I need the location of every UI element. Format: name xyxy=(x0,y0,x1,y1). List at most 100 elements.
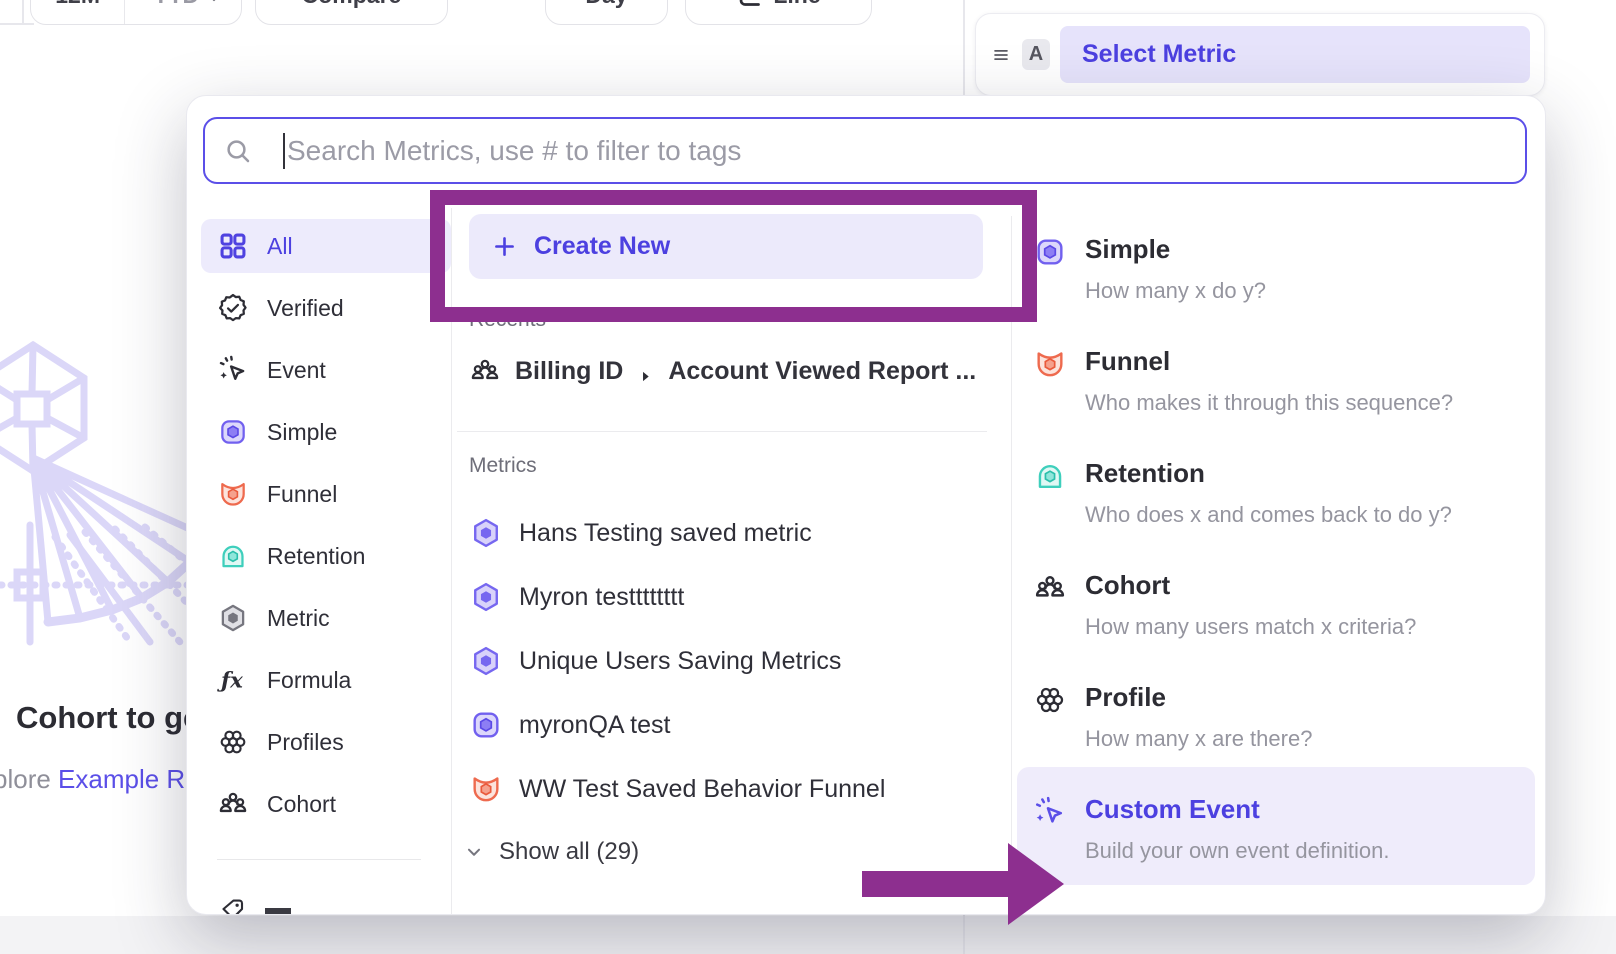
sidebar-section-divider xyxy=(217,859,421,860)
drag-handle-icon[interactable] xyxy=(990,44,1012,66)
example-report-link[interactable]: Example R xyxy=(58,764,185,794)
series-a-badge[interactable]: A xyxy=(1022,39,1050,70)
metric-series-card: A Select Metric xyxy=(975,13,1545,96)
sidebar-item-label: All xyxy=(267,233,293,260)
metric-type-title: Cohort xyxy=(1085,570,1416,601)
recent-metric-item[interactable]: Billing ID Account Viewed Report ... xyxy=(469,348,976,394)
metric-purple-icon xyxy=(469,644,503,678)
metric-type-desc: How many users match x criteria? xyxy=(1085,614,1416,640)
date-range-button-group[interactable]: 12M YTD xyxy=(30,0,242,25)
metric-type-title: Retention xyxy=(1085,458,1452,489)
formula-icon: ƒx xyxy=(217,664,249,696)
people-icon xyxy=(217,788,249,820)
saved-metric-item[interactable]: Myron testttttttt xyxy=(469,574,989,620)
compare-button[interactable]: Compare xyxy=(255,0,448,25)
saved-metric-label: Hans Testing saved metric xyxy=(519,519,812,548)
retention-icon xyxy=(1033,459,1067,493)
metric-type-desc: Who does x and comes back to do y? xyxy=(1085,502,1452,528)
sidebar-item-label: Cohort xyxy=(267,791,336,818)
search-icon xyxy=(223,136,253,166)
metrics-section-label: Metrics xyxy=(469,454,537,478)
sidebar-item-retention[interactable]: Retention xyxy=(201,529,451,583)
line-chart-icon xyxy=(736,0,763,9)
sidebar-item-profiles[interactable]: Profiles xyxy=(201,715,451,769)
metric-purple-icon xyxy=(469,580,503,614)
metric-type-simple[interactable]: Simple How many x do y? xyxy=(1017,234,1535,304)
metric-type-title: Custom Event xyxy=(1085,794,1390,825)
metric-type-title: Profile xyxy=(1085,682,1312,713)
sidebar-item-all[interactable]: All xyxy=(201,219,451,273)
saved-metrics-list: Hans Testing saved metric Myron testtttt… xyxy=(469,510,989,830)
range-ytd-button[interactable]: YTD xyxy=(135,0,241,24)
sidebar-item-label: Profiles xyxy=(267,729,344,756)
funnel-icon xyxy=(1033,347,1067,381)
annotation-arrow-head xyxy=(1008,843,1064,925)
annotation-arrow xyxy=(862,871,1010,897)
saved-metric-item[interactable]: Unique Users Saving Metrics xyxy=(469,638,989,684)
sidebar-item-label: Metric xyxy=(267,605,330,632)
metric-type-profile[interactable]: Profile How many x are there? xyxy=(1017,682,1535,752)
metric-purple-icon xyxy=(469,516,503,550)
sidebar-item-label: Simple xyxy=(267,419,337,446)
range-12m-button[interactable]: 12M xyxy=(31,0,125,24)
sparkle-icon xyxy=(217,354,249,386)
metric-type-retention[interactable]: Retention Who does x and comes back to d… xyxy=(1017,458,1535,528)
saved-metric-item[interactable]: WW Test Saved Behavior Funnel xyxy=(469,766,989,812)
chevron-down-icon xyxy=(463,841,485,863)
people-icon xyxy=(1033,571,1067,605)
explore-prefix: xplore xyxy=(0,764,58,794)
metric-type-desc: How many x are there? xyxy=(1085,726,1312,752)
sidebar-item-verified[interactable]: Verified xyxy=(201,281,451,335)
sidebar-item-label: Formula xyxy=(267,667,351,694)
metric-search-bar[interactable] xyxy=(203,117,1527,184)
sidebar-item-funnel[interactable]: Funnel xyxy=(201,467,451,521)
report-page: 12M YTD Compare Day Line A Select Metric… xyxy=(0,0,1616,954)
explore-example-line: xplore Example R xyxy=(0,764,185,795)
metric-type-funnel[interactable]: Funnel Who makes it through this sequenc… xyxy=(1017,346,1535,416)
chart-type-line-button[interactable]: Line xyxy=(685,0,872,25)
saved-metric-label: WW Test Saved Behavior Funnel xyxy=(519,775,885,804)
sidebar-item-label: Retention xyxy=(267,543,365,570)
chevron-down-icon xyxy=(205,0,223,4)
category-sidebar: All Verified Event Simple Funnel Retenti… xyxy=(201,219,451,839)
funnel-icon xyxy=(469,772,503,806)
clipped-label-fragment xyxy=(265,908,291,914)
sidebar-item-partial[interactable] xyxy=(201,896,451,915)
show-all-button[interactable]: Show all (29) xyxy=(463,838,639,866)
sidebar-item-event[interactable]: Event xyxy=(201,343,451,397)
metric-icon xyxy=(217,602,249,634)
middle-column-divider xyxy=(457,431,987,432)
empty-state-wireframe-graphic xyxy=(0,330,192,665)
funnel-icon xyxy=(217,478,249,510)
nav-corner-divider xyxy=(22,0,24,24)
cohort-icon xyxy=(469,355,501,387)
saved-metric-label: Unique Users Saving Metrics xyxy=(519,647,841,676)
simple-icon xyxy=(1033,235,1067,269)
flower-icon xyxy=(1033,683,1067,717)
simple-icon xyxy=(217,416,249,448)
metric-type-desc: How many x do y? xyxy=(1085,278,1266,304)
sidebar-item-simple[interactable]: Simple xyxy=(201,405,451,459)
sidebar-item-metric[interactable]: Metric xyxy=(201,591,451,645)
select-metric-field[interactable]: Select Metric xyxy=(1060,26,1530,83)
metric-type-title: Funnel xyxy=(1085,346,1453,377)
metric-type-cohort[interactable]: Cohort How many users match x criteria? xyxy=(1017,570,1535,640)
metric-type-desc: Build your own event definition. xyxy=(1085,838,1390,864)
saved-metric-label: Myron testttttttt xyxy=(519,583,684,612)
saved-metric-item[interactable]: myronQA test xyxy=(469,702,989,748)
sidebar-item-label: Verified xyxy=(267,295,344,322)
retention-icon xyxy=(217,540,249,572)
metric-type-custom-event[interactable]: Custom Event Build your own event defini… xyxy=(1017,767,1535,885)
text-cursor xyxy=(283,133,285,169)
saved-metric-item[interactable]: Hans Testing saved metric xyxy=(469,510,989,556)
metric-search-input[interactable] xyxy=(287,135,1525,167)
grid-icon xyxy=(217,230,249,262)
empty-state-heading-fragment: Cohort to ge xyxy=(16,700,200,736)
sidebar-item-cohort[interactable]: Cohort xyxy=(201,777,451,831)
tag-icon xyxy=(217,896,247,915)
interval-day-button[interactable]: Day xyxy=(545,0,668,25)
verified-icon xyxy=(217,292,249,324)
flower-icon xyxy=(217,726,249,758)
sidebar-item-formula[interactable]: ƒx Formula xyxy=(201,653,451,707)
page-bottom-strip xyxy=(0,916,1616,954)
